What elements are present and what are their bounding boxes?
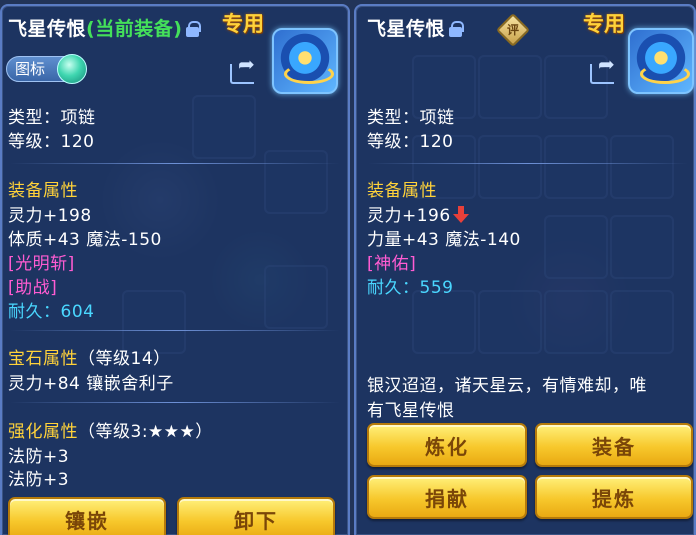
durability-value: 604 [60,302,95,322]
durability: 耐久：559 [367,273,453,298]
item-title: 飞星传恨(当前装备) [8,14,202,41]
attr-line: 灵力+198 [8,206,92,226]
necklace-item-icon[interactable] [628,28,694,94]
equipped-item-content: 飞星传恨(当前装备) 专用 图标 类型：项链 等级：120 装备属性 灵力+19… [0,0,350,535]
enhance-attr-heading: 强化属性（等级3:★★★） [8,417,213,442]
inlay-button[interactable]: 镶嵌 [8,497,166,535]
item-name: 飞星传恨 [367,18,446,40]
exclusive-label: 专用 [222,12,264,36]
attr-line: 力量+43 魔法-140 [367,230,521,250]
item-name: 飞星传恨 [8,18,87,40]
skill-tag: [助战] [8,278,58,298]
lock-icon [449,21,465,37]
item-type: 类型：项链 [367,108,455,128]
divider [10,163,340,164]
gem-attr-header: 宝石属性 [8,349,78,369]
attr-line: 灵力+196 [367,201,469,226]
gem-level: （等级14） [78,349,171,369]
divider [368,163,688,164]
equipped-tag: (当前装备) [86,18,183,40]
enhance-attr-header: 强化属性 [8,422,78,442]
icon-toggle-button[interactable]: 图标 [6,54,87,84]
gem-line: 灵力+84 镶嵌舍利子 [8,374,174,394]
item-type: 类型：项链 [8,108,96,128]
skill-tag: [光明斩] [8,254,75,274]
toggle-orb-icon [57,54,87,84]
donate-button[interactable]: 捐献 [367,475,527,519]
enhance-line: 法防+3 [8,470,70,490]
enhance-level: （等级3:★★★） [78,422,213,442]
item-title: 飞星传恨 [367,14,465,41]
divider [10,402,340,403]
durability-value: 559 [419,278,454,298]
item-level: 等级：120 [8,132,95,152]
attr-line: 体质+43 魔法-150 [8,230,162,250]
exclusive-label: 专用 [583,12,625,36]
refine-button[interactable]: 炼化 [367,423,527,467]
share-icon[interactable] [230,52,260,84]
necklace-item-icon[interactable] [272,28,338,94]
lock-icon [186,21,202,37]
equip-attr-header: 装备属性 [367,181,437,201]
durability-label: 耐久： [8,302,61,322]
description-line: 有飞星传恨 [367,401,455,421]
icon-toggle-label: 图标 [15,60,46,78]
durability-label: 耐久： [367,278,420,298]
gem-attr-heading: 宝石属性（等级14） [8,344,171,369]
attr-value: 灵力+196 [367,206,451,226]
unequip-button[interactable]: 卸下 [177,497,335,535]
equip-button[interactable]: 装备 [535,423,693,467]
share-icon[interactable] [590,52,620,84]
enhance-line: 法防+3 [8,447,70,467]
divider [10,330,340,331]
durability: 耐久：604 [8,297,94,322]
extract-button[interactable]: 提炼 [535,475,693,519]
decrease-arrow-icon [452,206,469,224]
description-line: 银汉迢迢，诸天星云，有情难却，唯 [367,376,647,396]
skill-tag: [神佑] [367,254,417,274]
review-label: 评 [506,23,519,37]
equip-attr-header: 装备属性 [8,181,78,201]
item-level: 等级：120 [367,132,454,152]
